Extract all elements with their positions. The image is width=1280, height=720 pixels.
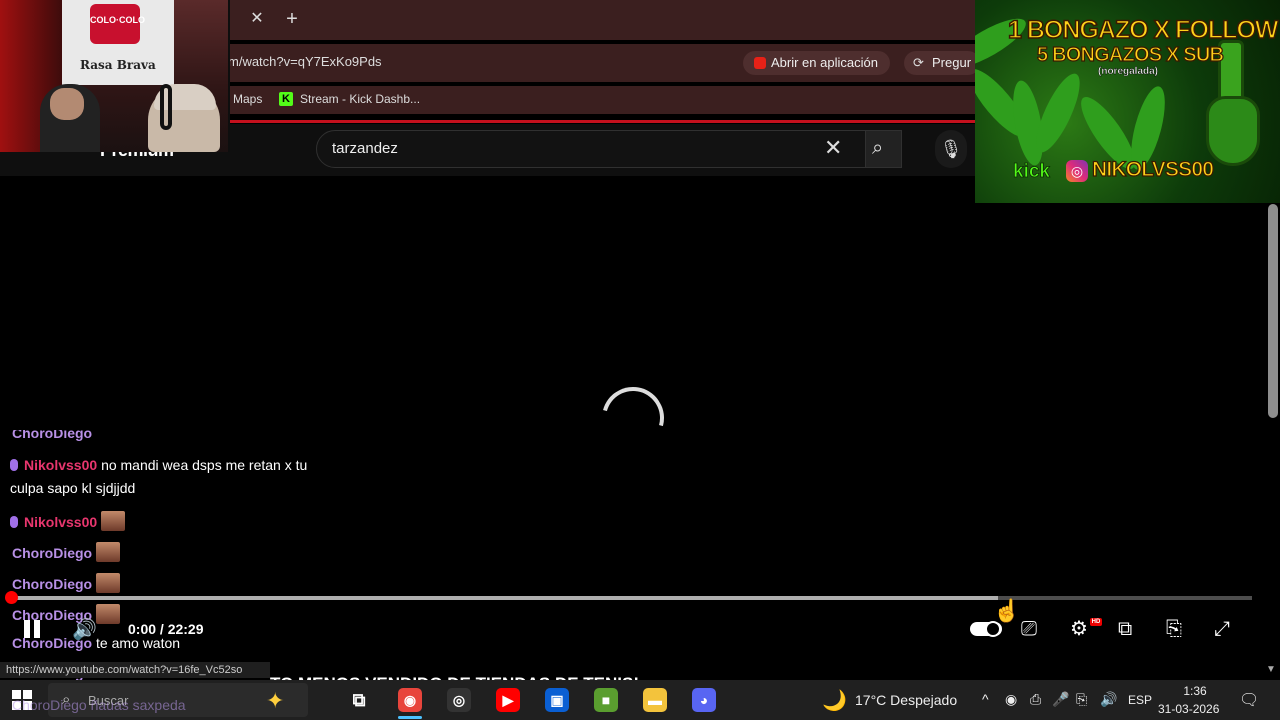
copilot-icon[interactable]: ✦ [266,688,284,714]
club-badge: COLO·COLO [90,4,145,44]
tab-close-icon[interactable]: ✕ [248,10,266,28]
page-scrollbar[interactable] [1268,204,1278,418]
chat-message: ChoroDiego [12,573,121,593]
tray-network-icon[interactable]: ⎘ [1076,691,1087,708]
chat-user: ChoroDiego [12,576,93,592]
tray-record-icon[interactable]: ◉ [1005,691,1017,708]
emote-icon [96,604,121,624]
open-in-app-label: Abrir en aplicación [771,55,878,70]
chat-message: ChoroDiego [12,430,92,444]
webcam-overlay: COLO·COLO Rasa Brava [0,0,228,152]
minecraft-icon[interactable]: ■ [594,688,618,712]
mic-badge-icon [10,459,18,471]
bookmark-kick-dashboard[interactable]: Stream - Kick Dashb... [300,92,420,106]
chat-user: ChoroDiego [12,545,93,561]
autoplay-toggle[interactable] [970,621,1002,637]
hd-badge: HD [1090,618,1102,626]
emote-icon [96,573,121,593]
bookmark-maps[interactable]: Maps [233,92,262,106]
task-view-icon[interactable]: ⧉ [347,688,371,712]
chat-message: ChoroDiego ñauas saxpeda [12,697,186,713]
chat-text: te amo waton [96,635,181,651]
chat-user: Nikolvss00 [24,514,98,530]
obs-icon[interactable]: ◎ [447,688,471,712]
search-input[interactable]: tarzandez [332,140,398,157]
chrome-icon[interactable]: ◉ [398,688,422,712]
weather-text[interactable]: 17°C Despejado [855,692,957,708]
clear-search-icon[interactable]: ✕ [824,137,842,159]
person-left-face [50,88,84,120]
url-text[interactable]: m/watch?v=qY7ExKo9Pds [228,54,382,69]
weather-icon[interactable]: 🌙 [822,688,847,713]
bong-icon [1206,96,1260,166]
promo-handle: NIKOLVSS00 [1091,157,1214,181]
mic-icon[interactable]: 🎙 [935,130,967,168]
chat-user: ChoroDiego [12,697,87,713]
emote-icon [96,542,121,562]
open-in-app-button[interactable]: Abrir en aplicación [743,51,890,75]
kick-icon: K [279,92,293,106]
instagram-icon: ◎ [1066,160,1088,182]
progress-scrubber[interactable] [5,591,18,604]
youtube-icon [754,57,766,69]
clock-date[interactable]: 31-03-2026 [1158,702,1219,716]
chat-message: ChoroDiego [12,542,121,562]
time-display: 0:00 / 22:29 [128,621,204,637]
pause-bar [34,620,40,638]
scroll-down-icon[interactable]: ▼ [1266,664,1276,675]
chat-user: ChoroDiego [12,430,93,441]
loading-spinner-icon [590,375,676,461]
progress-buffered [12,596,998,600]
active-app-indicator [398,716,422,719]
ask-icon: ⟳ [913,55,924,70]
notifications-icon[interactable]: 🗨 [1239,690,1259,710]
tray-mic-icon[interactable]: 🎤 [1052,691,1069,708]
promo-line-2: 5 BONGAZOS X SUB [1036,43,1224,66]
new-tab-button[interactable]: + [283,9,301,29]
webcam-border [228,0,230,152]
chat-user: Nikolvss00 [24,457,98,473]
clock-time[interactable]: 1:36 [1180,684,1210,698]
chat-text-continued: culpa sapo kl sjdjjdd [10,480,136,496]
miniplayer-icon[interactable]: ⧉ [1118,617,1132,641]
discord-icon[interactable]: ◕ [692,688,716,712]
search-icon[interactable]: ⌕ [872,137,883,160]
tray-volume-icon[interactable]: 🔊 [1100,691,1117,708]
language-indicator[interactable]: ESP [1128,693,1152,707]
chat-message: Nikolvss00 [10,511,126,531]
subtitles-icon[interactable]: ⎚ [1021,617,1037,641]
chat-message: Nikolvss00 no mandi wea dsps me retan x … [10,457,307,473]
shirt-text: Rasa Brava [80,58,156,72]
promo-line-1: 1 BONGAZO X FOLLOW [1007,15,1279,45]
promo-line-3: (noregalada) [1098,66,1159,77]
loading-bar [228,120,980,123]
kick-logo: kick [1013,161,1051,183]
ask-button[interactable]: ⟳ Pregur [904,51,980,75]
pause-button[interactable] [22,620,42,638]
ask-label: Pregur [932,55,972,70]
search-box[interactable] [316,130,866,168]
store-icon[interactable]: ▣ [545,688,569,712]
mouse-cursor-icon: ☝ [993,598,1021,623]
mic-badge-icon [10,516,18,528]
volume-icon[interactable]: 🔊 [72,617,97,642]
fullscreen-icon[interactable]: ⤢ [1214,617,1230,641]
tray-expand-icon[interactable]: ^ [982,691,989,707]
youtube-icon[interactable]: ▶ [496,688,520,712]
headphones [160,84,172,130]
settings-icon[interactable]: ⚙ [1070,617,1088,641]
pause-bar [24,620,30,638]
cast-icon[interactable]: ⎘ [1166,617,1182,641]
emote-icon [101,511,126,531]
chat-text: ñauas saxpeda [90,697,186,713]
explorer-icon[interactable]: ▬ [643,688,667,712]
tray-device-icon[interactable]: ⎙ [1030,691,1041,708]
status-url: https://www.youtube.com/watch?v=16fe_Vc5… [0,662,270,678]
chat-text: no mandi wea dsps me retan x tu [101,457,308,473]
